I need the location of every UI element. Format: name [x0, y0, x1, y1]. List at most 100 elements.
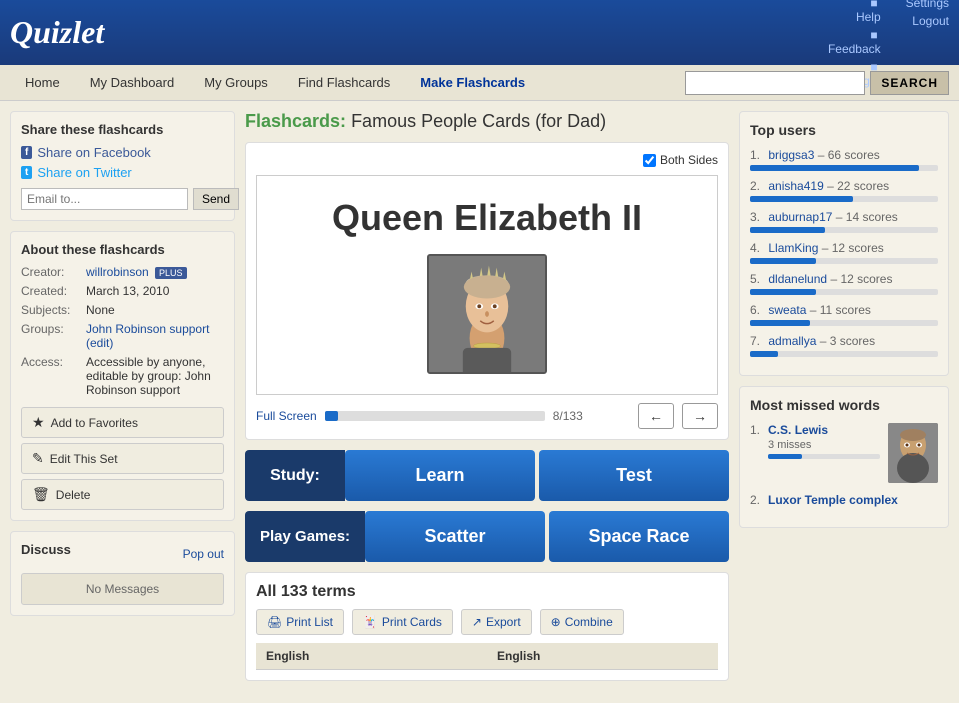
study-label: Study:	[245, 450, 345, 501]
prev-card-button[interactable]: ←	[638, 403, 674, 429]
search-button[interactable]: SEARCH	[870, 71, 949, 95]
top-users-section: Top users 1. briggsa3 – 66 scores 2. ani…	[739, 111, 949, 376]
space-race-button[interactable]: Space Race	[549, 511, 729, 562]
about-title: About these flashcards	[21, 242, 224, 257]
print-list-icon: 🖨	[267, 615, 282, 629]
logout-link[interactable]: Logout	[906, 14, 949, 28]
top-user-link[interactable]: sweata	[768, 303, 806, 317]
score-bar-inner	[750, 289, 816, 295]
creator-label: Creator:	[21, 265, 81, 279]
missed-word-link[interactable]: Luxor Temple complex	[768, 493, 898, 507]
search-area: SEARCH	[685, 71, 949, 95]
share-facebook-link[interactable]: f Share on Facebook	[21, 145, 224, 160]
help-link[interactable]: ■Help	[828, 0, 881, 24]
most-missed-title: Most missed words	[750, 397, 938, 413]
flashcard-name: Famous People Cards (for Dad)	[351, 111, 606, 131]
flashcard-nav: Full Screen 8/133 ← →	[256, 403, 718, 429]
logo[interactable]: Quizlet	[10, 14, 104, 51]
send-button[interactable]: Send	[193, 188, 239, 210]
top-user-link[interactable]: admallya	[768, 334, 816, 348]
discuss-header: Discuss Pop out	[21, 542, 224, 565]
groups-link[interactable]: John Robinson support	[86, 322, 209, 336]
discuss-section: Discuss Pop out No Messages	[10, 531, 235, 616]
user-rank: 1.	[750, 148, 760, 162]
score-bar-inner	[750, 351, 778, 357]
flashcard-image	[427, 254, 547, 374]
search-input[interactable]	[685, 71, 865, 95]
email-input[interactable]	[21, 188, 188, 210]
delete-button[interactable]: 🗑 Delete	[21, 479, 224, 510]
missed-word-link[interactable]: C.S. Lewis	[768, 423, 828, 437]
study-row: Study: Learn Test	[245, 450, 729, 501]
facebook-icon: f	[21, 146, 32, 159]
about-groups-row: Groups: John Robinson support (edit)	[21, 322, 224, 350]
nav-find[interactable]: Find Flashcards	[283, 65, 405, 100]
about-section: About these flashcards Creator: willrobi…	[10, 231, 235, 521]
score-bar-inner	[750, 258, 816, 264]
feedback-link[interactable]: ■Feedback	[828, 28, 881, 56]
test-button[interactable]: Test	[539, 450, 729, 501]
both-sides-checkbox[interactable]	[643, 154, 656, 167]
delete-icon: 🗑	[32, 486, 50, 503]
flashcard-controls-top: Both Sides	[256, 153, 718, 167]
right-sidebar: Top users 1. briggsa3 – 66 scores 2. ani…	[739, 111, 949, 681]
col2-header: English	[487, 643, 718, 670]
top-user-link[interactable]: auburnap17	[768, 210, 832, 224]
nav-groups[interactable]: My Groups	[189, 65, 283, 100]
print-list-button[interactable]: 🖨 Print List	[256, 609, 344, 635]
about-created-row: Created: March 13, 2010	[21, 284, 224, 298]
main-content: Share these flashcards f Share on Facebo…	[0, 101, 959, 691]
terms-header-row: English English	[256, 643, 718, 670]
groups-edit[interactable]: (edit)	[86, 336, 113, 350]
combine-button[interactable]: ⊕ Combine	[540, 609, 624, 635]
add-favorites-button[interactable]: ★ Add to Favorites	[21, 407, 224, 438]
nav-dashboard[interactable]: My Dashboard	[75, 65, 190, 100]
score-bar-outer	[750, 289, 938, 295]
print-cards-button[interactable]: 🃏 Print Cards	[352, 609, 453, 635]
misses-bar-outer	[768, 454, 880, 459]
subjects-value: None	[86, 303, 115, 317]
created-value: March 13, 2010	[86, 284, 169, 298]
all-terms-heading: All 133 terms	[256, 583, 718, 601]
top-user-link[interactable]: briggsa3	[768, 148, 814, 162]
top-user-link[interactable]: LlamKing	[768, 241, 818, 255]
fc-nav-buttons: ← →	[638, 403, 718, 429]
flashcard-card[interactable]: Queen Elizabeth II	[256, 175, 718, 395]
learn-button[interactable]: Learn	[345, 450, 535, 501]
top-user-item: 4. LlamKing – 12 scores	[750, 241, 938, 264]
nav-home[interactable]: Home	[10, 65, 75, 100]
top-user-link[interactable]: anisha419	[768, 179, 823, 193]
flashcard-title: Flashcards: Famous People Cards (for Dad…	[245, 111, 729, 132]
settings-link[interactable]: Settings	[906, 0, 949, 10]
score-bar-inner	[750, 320, 810, 326]
about-creator-row: Creator: willrobinson PLUS	[21, 265, 224, 279]
nav-make[interactable]: Make Flashcards	[405, 65, 540, 100]
pop-out-link[interactable]: Pop out	[183, 547, 224, 561]
next-card-button[interactable]: →	[682, 403, 718, 429]
game-buttons: Play Games: Scatter Space Race	[245, 511, 729, 562]
card-count: 8/133	[553, 409, 583, 423]
groups-label: Groups:	[21, 322, 81, 350]
score-bar-outer	[750, 320, 938, 326]
top-user-link[interactable]: dldanelund	[768, 272, 827, 286]
combine-icon: ⊕	[551, 615, 561, 629]
fullscreen-link[interactable]: Full Screen	[256, 409, 317, 423]
col1-header: English	[256, 643, 487, 670]
user-score: – 22 scores	[827, 179, 889, 193]
games-row: Play Games: Scatter Space Race	[245, 511, 729, 562]
print-cards-icon: 🃏	[363, 615, 378, 629]
score-bar-outer	[750, 196, 938, 202]
user-score: – 12 scores	[830, 272, 892, 286]
scatter-button[interactable]: Scatter	[365, 511, 545, 562]
left-sidebar: Share these flashcards f Share on Facebo…	[10, 111, 235, 681]
creator-link[interactable]: willrobinson	[86, 265, 149, 279]
no-messages: No Messages	[21, 573, 224, 605]
edit-set-button[interactable]: ✎ Edit This Set	[21, 443, 224, 474]
top-users-title: Top users	[750, 122, 938, 138]
missed-word-item: 1. C.S. Lewis 3 misses	[750, 423, 938, 483]
share-twitter-link[interactable]: t Share on Twitter	[21, 165, 224, 180]
score-bar-outer	[750, 258, 938, 264]
missed-word-thumbnail	[888, 423, 938, 483]
study-buttons: Study: Learn Test	[245, 450, 729, 501]
export-button[interactable]: ↗ Export	[461, 609, 532, 635]
